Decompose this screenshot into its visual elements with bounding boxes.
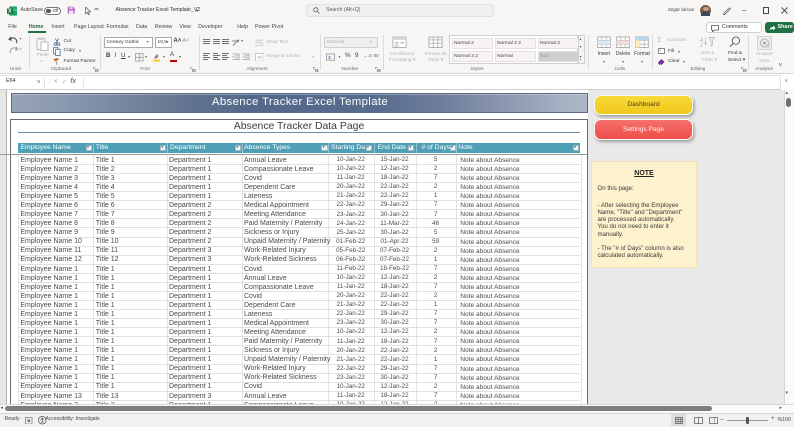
svg-text:ab: ab: [232, 39, 236, 43]
svg-text:$: $: [328, 55, 331, 61]
svg-text:Z: Z: [700, 43, 703, 48]
